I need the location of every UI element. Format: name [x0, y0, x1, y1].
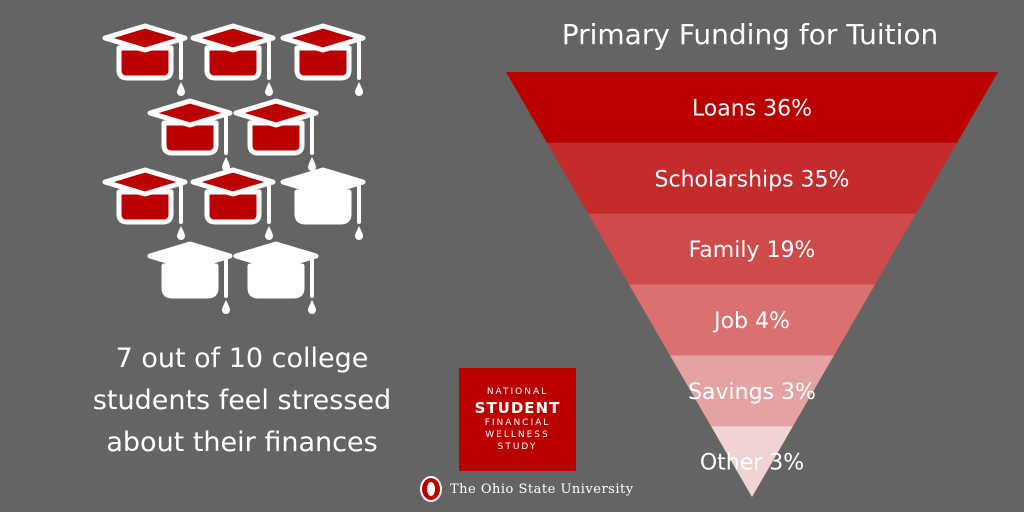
logo-line-national: NATIONAL [486, 387, 549, 397]
logo-line-wellness: WELLNESS [485, 430, 550, 440]
funnel-label-savings: Savings 3% [688, 380, 816, 405]
university-branding: The Ohio State University [420, 476, 634, 502]
logo-line-financial: FINANCIAL [484, 418, 551, 428]
logo-line-student: STUDENT [474, 399, 561, 417]
logo-line-study: STUDY [497, 442, 538, 452]
study-logo: NATIONAL STUDENT FINANCIAL WELLNESS STUD… [459, 368, 576, 471]
funnel-label-scholarships: Scholarships 35% [655, 167, 850, 192]
block-o-icon [420, 476, 442, 502]
funnel-label-other: Other 3% [700, 451, 804, 476]
funnel-label-loans: Loans 36% [692, 96, 812, 121]
funnel-label-job: Job 4% [712, 309, 790, 334]
university-name: The Ohio State University [450, 481, 634, 497]
funnel-label-family: Family 19% [689, 238, 816, 263]
